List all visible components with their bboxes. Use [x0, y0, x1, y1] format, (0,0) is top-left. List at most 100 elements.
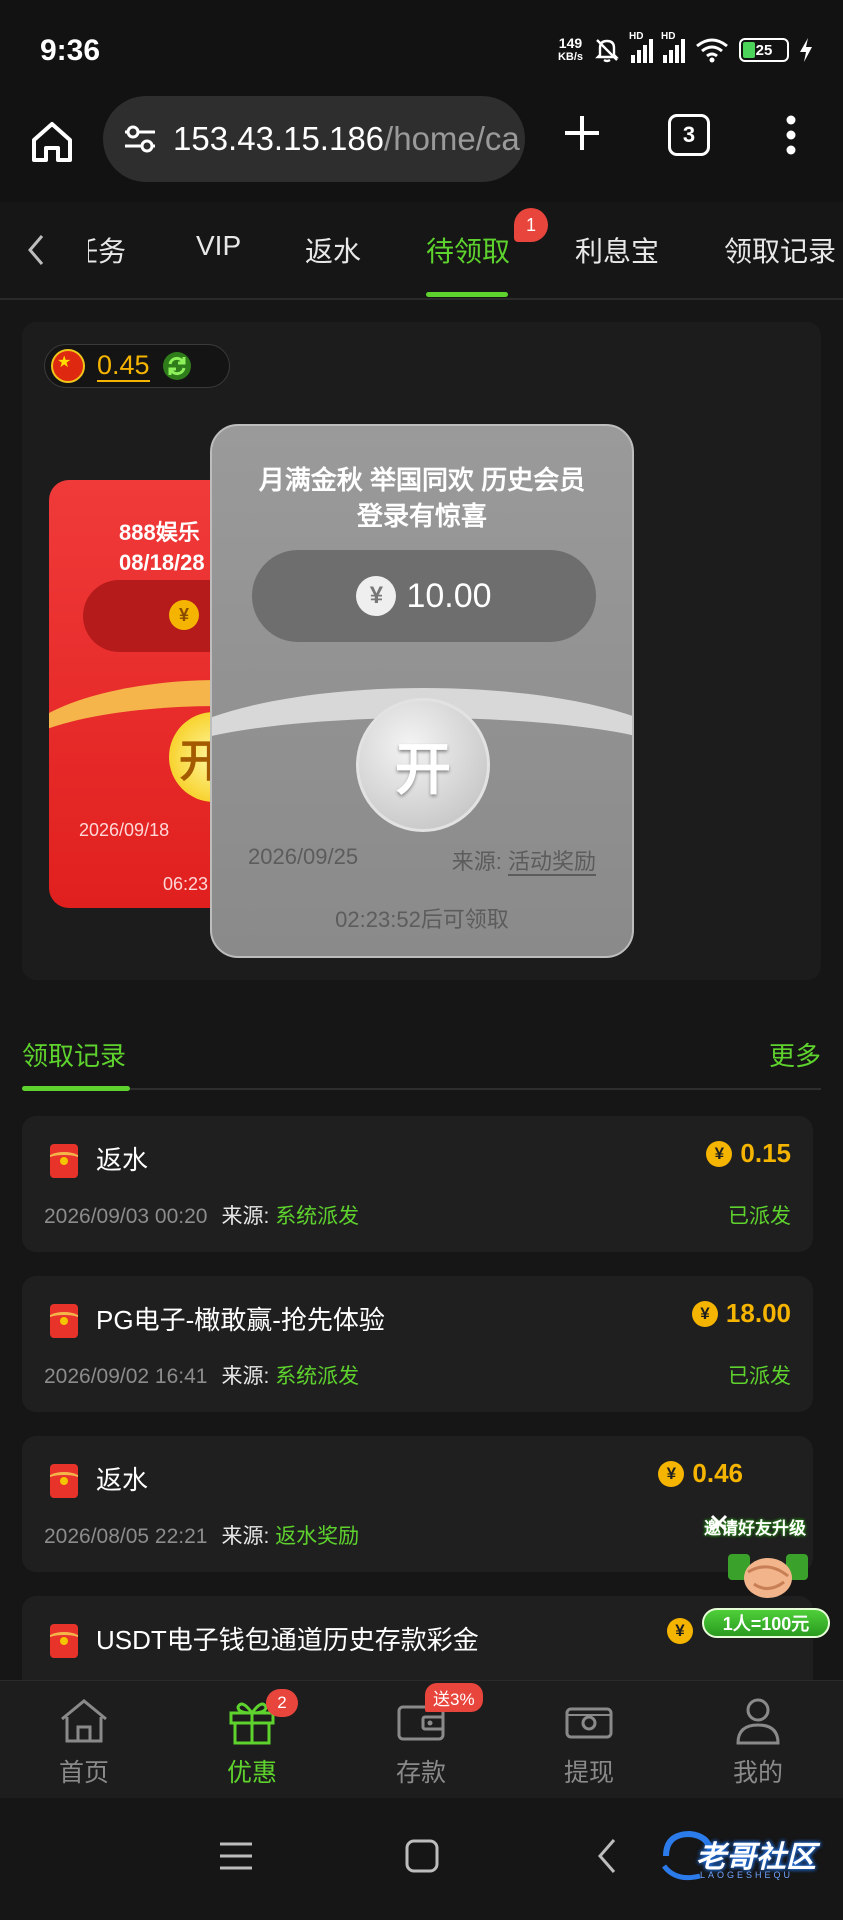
gray-envelope-amount: 10.00 [406, 576, 492, 615]
pending-badge: 1 [514, 208, 548, 242]
nav-deposit-label: 存款 [395, 1759, 446, 1787]
refresh-icon[interactable] [162, 351, 192, 381]
net-speed: 149 KB/s [558, 36, 583, 64]
system-navigation-bar: 老哥社区 LAOGESHEQU [0, 1798, 843, 1920]
net-speed-unit: KB/s [557, 51, 583, 63]
records-title[interactable]: 领取记录 [22, 1036, 126, 1073]
gray-envelope-open-button[interactable]: 开 [356, 698, 490, 832]
china-flag-icon [51, 349, 85, 383]
red-envelope-icon [50, 1624, 78, 1658]
mute-bell-icon [595, 39, 619, 63]
nav-home[interactable]: 首页 [24, 1693, 144, 1793]
red-envelope-icon [50, 1464, 78, 1498]
nav-withdraw-label: 提现 [563, 1759, 614, 1787]
close-icon[interactable] [708, 1512, 730, 1534]
record-status: 已派发 [728, 1205, 791, 1228]
red-envelope-icon [50, 1144, 78, 1178]
gold-coin-icon: ¥ [691, 1300, 718, 1327]
gold-coin-icon: ¥ [658, 1460, 685, 1487]
record-amount-value: 18.00 [725, 1298, 791, 1328]
status-icons: 149 KB/s HD HD 25 [558, 31, 813, 64]
record-source-label: 来源: [221, 1365, 270, 1388]
record-amount: ¥ 18.00 [691, 1298, 791, 1329]
gray-envelope-source: 来源: 活动奖励 [452, 844, 596, 876]
watermark-logo: 老哥社区 LAOGESHEQU [656, 1826, 836, 1886]
back-icon[interactable] [588, 1836, 628, 1876]
yen-icon: ¥ [356, 576, 397, 616]
bottom-navigation: 首页 优惠 2 存款 送3% 提现 我的 [0, 1680, 843, 1798]
record-item[interactable]: 返水 ¥ 0.46 2026/08/05 22:21 来源: 返水奖励 [22, 1436, 813, 1572]
more-link[interactable]: 更多 [769, 1036, 821, 1073]
plus-icon[interactable] [561, 112, 603, 154]
watermark-subtext: LAOGESHEQU [700, 1870, 794, 1880]
nav-home-label: 首页 [58, 1759, 109, 1787]
red-envelope-title-line1: 888娱乐 [119, 520, 200, 545]
record-meta: 2026/09/03 00:20 来源: 系统派发 [44, 1200, 359, 1230]
record-name: USDT电子钱包通道历史存款彩金 [96, 1625, 479, 1655]
red-envelope-date: 2026/09/18 [79, 820, 170, 840]
gold-coin-icon: ¥ [667, 1618, 693, 1644]
promotions-badge: 2 [266, 1689, 298, 1717]
nav-profile[interactable]: 我的 [698, 1693, 818, 1793]
records-title-underline [22, 1086, 130, 1091]
record-name: PG电子-橄敢赢-抢先体验 [96, 1305, 385, 1335]
balance-chip[interactable]: 0.45 [44, 344, 230, 388]
record-item[interactable]: PG电子-橄敢赢-抢先体验 ¥ 18.00 2026/09/02 16:41 来源… [22, 1276, 813, 1412]
deposit-bonus-tag: 送3% [425, 1683, 483, 1712]
record-item[interactable]: USDT电子钱包通道历史存款彩金 ¥ [22, 1596, 813, 1680]
records-header: 领取记录 更多 [22, 1010, 821, 1091]
record-amount: ¥ 0.15 [706, 1138, 791, 1169]
signal-hd-label: HD [661, 31, 676, 42]
chevron-left-icon[interactable] [22, 232, 52, 268]
cash-icon [565, 1707, 613, 1739]
status-time: 9:36 [40, 34, 101, 67]
menu-icon[interactable] [785, 114, 797, 156]
red-envelope-icon [50, 1304, 78, 1338]
red-envelope-title-line2: 08/18/28 [119, 550, 205, 575]
url-host: 153.43.15.186 [173, 120, 385, 157]
home-button-icon[interactable] [402, 1836, 442, 1876]
battery-level: 25 [755, 41, 773, 59]
nav-deposit[interactable]: 存款 送3% [361, 1683, 483, 1793]
nav-promotions-label: 优惠 [226, 1759, 277, 1787]
red-envelope-time: 06:23 [163, 874, 209, 894]
gray-envelope-title-line1: 月满金秋 举国同欢 历史会员 [258, 465, 586, 495]
record-amount-value: 0.46 [692, 1458, 743, 1488]
record-item[interactable]: 返水 ¥ 0.15 2026/09/03 00:20 来源: 系统派发 已派发 [22, 1116, 813, 1252]
tabs-icon[interactable]: 3 [668, 114, 710, 156]
record-date: 2026/09/02 16:41 [44, 1365, 208, 1388]
invite-friends-promo[interactable]: 邀请好友升级 1人=100元 [700, 1508, 836, 1648]
tab-rebate[interactable]: 返水 [305, 230, 361, 270]
signal-hd-label: HD [629, 31, 644, 42]
source-value-link[interactable]: 活动奖励 [507, 849, 596, 876]
address-bar[interactable]: 153.43.15.186/home/ca [103, 96, 525, 182]
tab-vip[interactable]: VIP [196, 230, 241, 262]
tab-interest[interactable]: 利息宝 [575, 230, 659, 270]
record-amount-value: 0.15 [740, 1138, 791, 1168]
tab-pending[interactable]: 待领取 [426, 230, 510, 270]
gray-envelope-amount-pill: ¥ 10.00 [252, 550, 596, 642]
nav-promotions[interactable]: 优惠 2 [192, 1689, 312, 1793]
home-icon [61, 1699, 107, 1743]
record-meta: 2026/09/02 16:41 来源: 系统派发 [44, 1360, 359, 1390]
recent-apps-icon[interactable] [216, 1836, 256, 1876]
url-text[interactable]: 153.43.15.186/home/ca [173, 120, 520, 158]
status-bar: 9:36 149 KB/s HD HD 25 [0, 0, 843, 92]
gray-envelope-card[interactable]: 月满金秋 举国同欢 历史会员 登录有惊喜 ¥ 10.00 开 2026/09/2… [210, 424, 634, 958]
net-speed-value: 149 [558, 35, 583, 51]
nav-profile-label: 我的 [732, 1759, 783, 1787]
gold-coin-icon: ¥ [706, 1140, 733, 1167]
tab-task[interactable]: 任务 [88, 230, 126, 270]
site-settings-icon[interactable] [123, 124, 157, 154]
gray-envelope-date: 2026/09/25 [248, 844, 359, 869]
tab-claim-records[interactable]: 领取记录 [724, 230, 836, 270]
url-path: /home/ca [384, 120, 520, 157]
red-envelope-title: 888娱乐 08/18/28 [119, 518, 205, 578]
nav-withdraw[interactable]: 提现 [529, 1693, 649, 1793]
category-tabs: 任务 VIP 返水 待领取 1 利息宝 领取记录 [0, 202, 843, 300]
wifi-icon [696, 38, 728, 63]
record-date: 2026/09/03 00:20 [44, 1205, 208, 1228]
record-source: 系统派发 [275, 1205, 360, 1228]
home-icon[interactable] [28, 118, 76, 166]
claim-countdown: 02:23:52后可领取 [335, 907, 509, 932]
